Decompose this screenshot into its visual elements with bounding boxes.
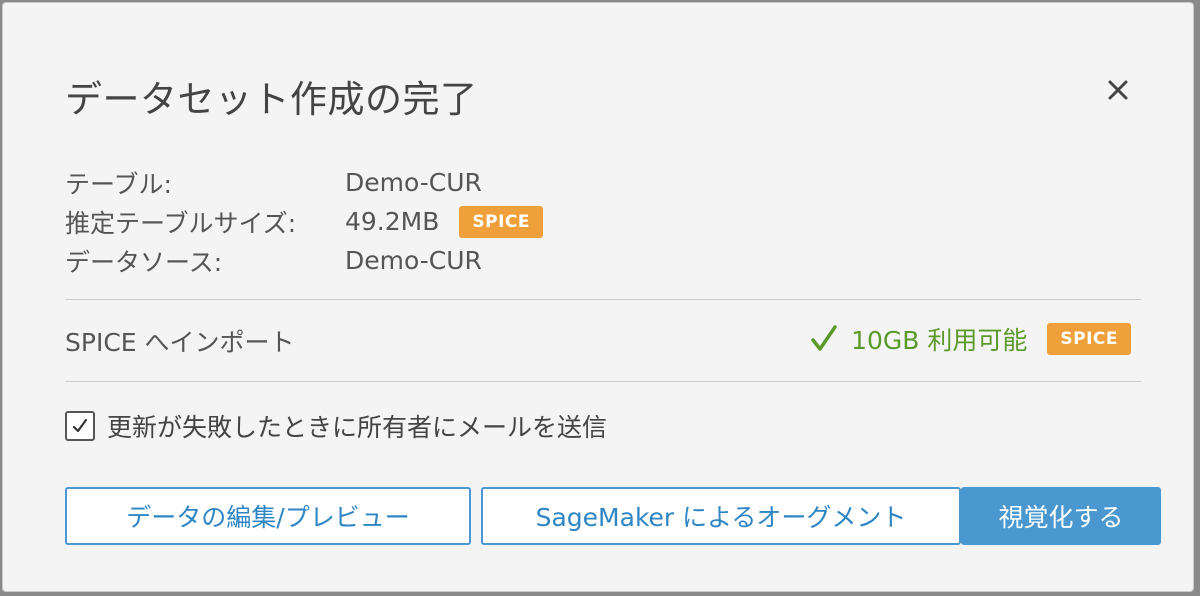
dataset-info: テーブル: Demo-CUR 推定テーブルサイズ: 49.2MB SPICE デ… — [65, 163, 544, 280]
email-notify-label: 更新が失敗したときに所有者にメールを送信 — [107, 413, 608, 442]
info-row-table: テーブル: Demo-CUR — [65, 163, 543, 202]
size-value: 49.2MB — [345, 207, 440, 236]
table-label: テーブル: — [65, 169, 172, 199]
info-row-size: 推定テーブルサイズ: 49.2MB SPICE — [65, 202, 544, 241]
spice-badge: SPICE — [459, 205, 544, 238]
capacity-text: 10GB 利用可能 — [851, 326, 1028, 355]
divider — [65, 299, 1141, 300]
size-label: 推定テーブルサイズ: — [65, 208, 297, 238]
checkbox-check-icon — [72, 418, 88, 433]
divider — [65, 381, 1141, 382]
check-icon — [811, 325, 837, 351]
datasource-label: データソース: — [65, 247, 223, 277]
spice-import-label: SPICE へインポート — [65, 328, 295, 357]
edit-preview-button[interactable]: データの編集/プレビュー — [65, 487, 471, 545]
email-notify-checkbox[interactable] — [65, 411, 95, 441]
dataset-complete-dialog: データセット作成の完了 テーブル: Demo-CUR 推定テーブルサイズ: 49… — [2, 2, 1194, 592]
dialog-title: データセット作成の完了 — [65, 78, 478, 121]
visualize-button[interactable]: 視覚化する — [961, 487, 1161, 545]
sagemaker-augment-button[interactable]: SageMaker によるオーグメント — [481, 487, 961, 545]
datasource-value: Demo-CUR — [345, 246, 482, 275]
table-value: Demo-CUR — [345, 168, 482, 197]
size-value-group: 49.2MB SPICE — [345, 205, 544, 238]
close-icon[interactable] — [1101, 73, 1135, 107]
spice-badge: SPICE — [1047, 323, 1131, 355]
info-row-datasource: データソース: Demo-CUR — [65, 241, 543, 280]
email-notify-option[interactable]: 更新が失敗したときに所有者にメールを送信 — [65, 408, 607, 444]
spice-capacity: 10GB 利用可能 SPICE — [809, 321, 1131, 357]
